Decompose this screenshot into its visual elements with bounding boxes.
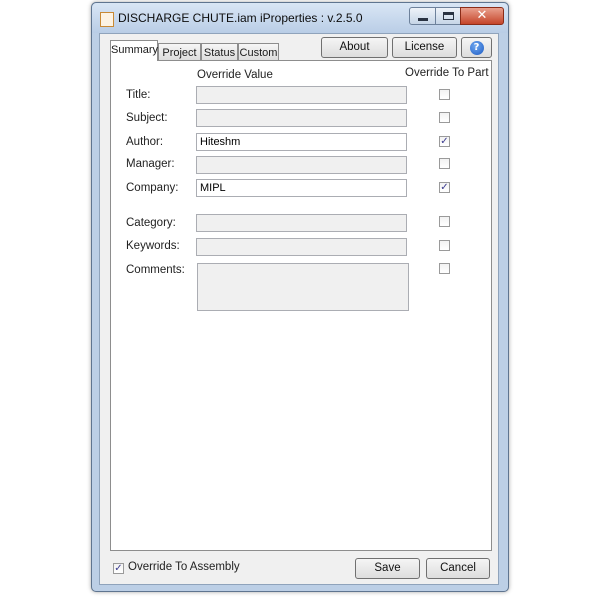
dialog-client-area: Summary Project Status Custom About Lice…: [99, 33, 499, 585]
cancel-button[interactable]: Cancel: [426, 558, 490, 579]
company-field[interactable]: MIPL: [196, 179, 407, 197]
save-button[interactable]: Save: [355, 558, 420, 579]
help-icon: ?: [469, 41, 484, 55]
license-button[interactable]: License: [392, 37, 457, 58]
about-button[interactable]: About: [321, 37, 388, 58]
title-override-checkbox[interactable]: [439, 89, 450, 100]
override-value-header: Override Value: [197, 69, 273, 81]
override-to-assembly-checkbox[interactable]: ✓: [113, 563, 124, 574]
keywords-override-checkbox[interactable]: [439, 240, 450, 251]
window-title: DISCHARGE CHUTE.iam iProperties : v.2.5.…: [118, 11, 363, 25]
tab-status[interactable]: Status: [201, 43, 238, 61]
comments-field[interactable]: [197, 263, 409, 311]
author-label: Author:: [126, 136, 164, 148]
tab-summary[interactable]: Summary: [110, 40, 158, 61]
minimize-button[interactable]: [409, 7, 436, 25]
comments-override-checkbox[interactable]: [439, 263, 450, 274]
title-label: Title:: [126, 89, 151, 101]
keywords-field[interactable]: [196, 238, 407, 256]
override-to-part-header: Override To Part: [405, 67, 489, 79]
company-override-checkbox[interactable]: ✓: [439, 182, 450, 193]
subject-label: Subject:: [126, 112, 168, 124]
iproperties-window: DISCHARGE CHUTE.iam iProperties : v.2.5.…: [91, 2, 509, 592]
category-label: Category:: [126, 217, 176, 229]
tab-custom[interactable]: Custom: [238, 43, 279, 61]
subject-override-checkbox[interactable]: [439, 112, 450, 123]
subject-field[interactable]: [196, 109, 407, 127]
title-field[interactable]: [196, 86, 407, 104]
maximize-button[interactable]: [435, 7, 461, 25]
minimize-icon: [418, 18, 428, 21]
author-field[interactable]: Hiteshm: [196, 133, 407, 151]
close-button[interactable]: ✕: [460, 7, 504, 25]
manager-field[interactable]: [196, 156, 407, 174]
app-icon: [100, 12, 114, 27]
manager-override-checkbox[interactable]: [439, 158, 450, 169]
author-override-checkbox[interactable]: ✓: [439, 136, 450, 147]
title-bar[interactable]: DISCHARGE CHUTE.iam iProperties : v.2.5.…: [92, 3, 508, 33]
keywords-label: Keywords:: [126, 240, 180, 252]
override-to-assembly-label: Override To Assembly: [128, 561, 240, 573]
comments-label: Comments:: [126, 264, 185, 276]
category-override-checkbox[interactable]: [439, 216, 450, 227]
maximize-icon: [443, 12, 454, 20]
tab-project[interactable]: Project: [158, 43, 201, 61]
summary-tab-panel: Override Value Override To Part Title: S…: [110, 60, 492, 551]
category-field[interactable]: [196, 214, 407, 232]
manager-label: Manager:: [126, 158, 175, 170]
company-label: Company:: [126, 182, 179, 194]
close-icon: ✕: [476, 8, 488, 23]
help-button[interactable]: ?: [461, 37, 492, 58]
